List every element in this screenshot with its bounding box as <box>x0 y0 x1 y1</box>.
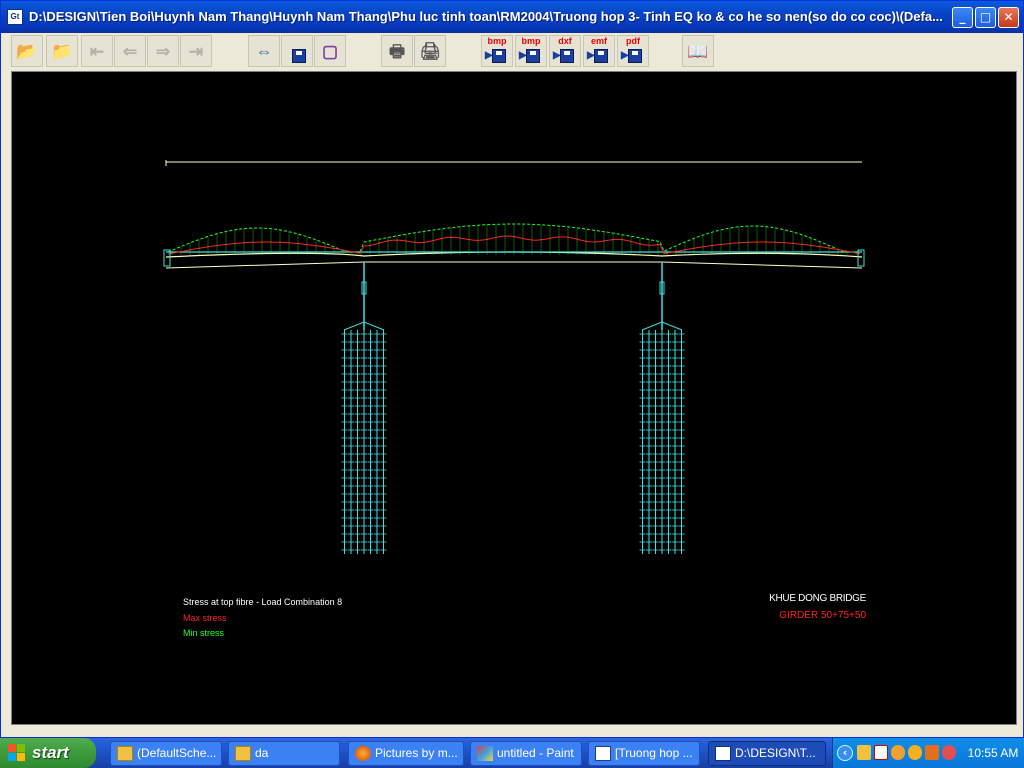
legend-max-stress: Max stress <box>183 613 227 623</box>
arrow-left-icon: ⇐ <box>122 41 138 61</box>
disk-icon <box>492 49 506 63</box>
taskbar-item-gt-active[interactable]: D:\DESIGN\T... <box>708 741 826 766</box>
save-selection-button[interactable] <box>281 35 313 67</box>
deck-bottom <box>165 261 863 269</box>
maximize-button[interactable]: □ <box>975 7 996 28</box>
messenger-icon[interactable] <box>857 745 871 760</box>
disk-icon <box>594 49 608 63</box>
gt-icon <box>715 746 731 761</box>
start-button[interactable]: start <box>0 738 96 768</box>
window-title: D:\DESIGN\Tien Boi\Huynh Nam Thang\Huynh… <box>29 9 943 24</box>
update-icon[interactable] <box>925 745 939 760</box>
start-label: start <box>32 743 69 762</box>
bridge-drawing <box>163 160 865 554</box>
application-window: Gt D:\DESIGN\Tien Boi\Huynh Nam Thang\Hu… <box>0 0 1024 738</box>
print-button[interactable]: 🖶 <box>381 35 413 67</box>
app-icon[interactable]: Gt <box>7 9 23 25</box>
toolbar: 📂 📁 ⇤ ⇐ ⇒ ⇥ ⇔ ▢ 🖶 🖨 bmp ▶ bmp ▶ dxf ▶ emf ▶ … <box>1 33 1023 69</box>
legend-title: Stress at top fibre - Load Combination 8 <box>183 597 343 607</box>
taskbar-item-paint[interactable]: untitled - Paint <box>470 741 582 766</box>
task-label: D:\DESIGN\T... <box>735 746 816 760</box>
fit-view-button[interactable]: ⇔ <box>248 35 280 67</box>
close-button[interactable]: ✕ <box>998 7 1019 28</box>
book-icon: 📖 <box>687 41 709 61</box>
printer-setup-icon: 🖨 <box>419 41 441 61</box>
export-label: pdf <box>626 36 640 46</box>
task-label: (DefaultSche... <box>137 746 217 760</box>
arrow-right-icon: ⇒ <box>155 41 171 61</box>
taskbar-item-rm[interactable]: [Truong hop ... <box>588 741 700 766</box>
legend-min-stress: Min stress <box>183 628 225 638</box>
export-pdf-button[interactable]: pdf ▶ <box>617 35 649 67</box>
export-label: emf <box>590 36 607 46</box>
bridge-name: KHUE DONG BRIDGE <box>769 593 866 604</box>
girder-label: GIRDER 50+75+50 <box>779 610 866 621</box>
disk-icon <box>292 49 306 63</box>
title-bar[interactable]: Gt D:\DESIGN\Tien Boi\Huynh Nam Thang\Hu… <box>1 1 1023 33</box>
first-page-button[interactable]: ⇤ <box>81 35 113 67</box>
taskbar-item-firefox[interactable]: Pictures by m... <box>348 741 464 766</box>
disk-icon <box>628 49 642 63</box>
task-label: untitled - Paint <box>497 746 574 760</box>
selection-icon: ▢ <box>321 41 339 61</box>
printer-icon: 🖶 <box>388 41 406 61</box>
clock: 10:55 AM <box>967 746 1019 760</box>
emoticon-icon[interactable] <box>908 745 922 760</box>
export-label: dxf <box>558 36 572 46</box>
export-label: bmp <box>521 36 541 46</box>
export-bmp-button-2[interactable]: bmp ▶ <box>515 35 547 67</box>
export-label: bmp <box>487 36 507 46</box>
drawing-canvas[interactable]: Stress at top fibre - Load Combination 8… <box>11 71 1017 725</box>
export-dxf-button[interactable]: dxf ▶ <box>549 35 581 67</box>
taskbar: start (DefaultSche... da Pictures by m..… <box>0 738 1024 768</box>
open-folder-button[interactable]: 📁 <box>46 35 78 67</box>
print-setup-button[interactable]: 🖨 <box>414 35 446 67</box>
paint-icon <box>477 746 493 761</box>
disk-icon <box>526 49 540 63</box>
last-page-button[interactable]: ⇥ <box>180 35 212 67</box>
disk-icon <box>560 49 574 63</box>
export-emf-button[interactable]: emf ▶ <box>583 35 615 67</box>
folder-icon: 📁 <box>51 41 73 61</box>
previous-page-button[interactable]: ⇐ <box>114 35 146 67</box>
help-button[interactable]: 📖 <box>682 35 714 67</box>
first-page-icon: ⇤ <box>89 41 105 61</box>
task-label: da <box>255 746 269 760</box>
open-file-button[interactable]: 📂 <box>11 35 43 67</box>
taskbar-item-da[interactable]: da <box>228 741 340 766</box>
export-bmp-button[interactable]: bmp ▶ <box>481 35 513 67</box>
smiley-icon[interactable] <box>891 745 905 760</box>
firefox-icon <box>355 746 371 761</box>
system-tray: ‹ 10:55 AM <box>832 738 1024 768</box>
taskbar-item-default-schema[interactable]: (DefaultSche... <box>110 741 222 766</box>
task-label: Pictures by m... <box>375 746 458 760</box>
selection-button[interactable]: ▢ <box>314 35 346 67</box>
chevron-left-icon[interactable]: ‹ <box>837 745 853 761</box>
folder-icon <box>235 746 251 761</box>
folder-icon <box>117 746 133 761</box>
minimize-button[interactable]: _ <box>952 7 973 28</box>
windows-logo-icon <box>8 744 26 762</box>
task-label: [Truong hop ... <box>615 746 693 760</box>
antivirus-icon[interactable] <box>874 745 888 760</box>
last-page-icon: ⇥ <box>188 41 204 61</box>
network-icon[interactable] <box>942 745 956 760</box>
rm-icon <box>595 746 611 761</box>
next-page-button[interactable]: ⇒ <box>147 35 179 67</box>
folder-open-icon: 📂 <box>16 41 38 61</box>
fit-icon: ⇔ <box>255 41 273 61</box>
